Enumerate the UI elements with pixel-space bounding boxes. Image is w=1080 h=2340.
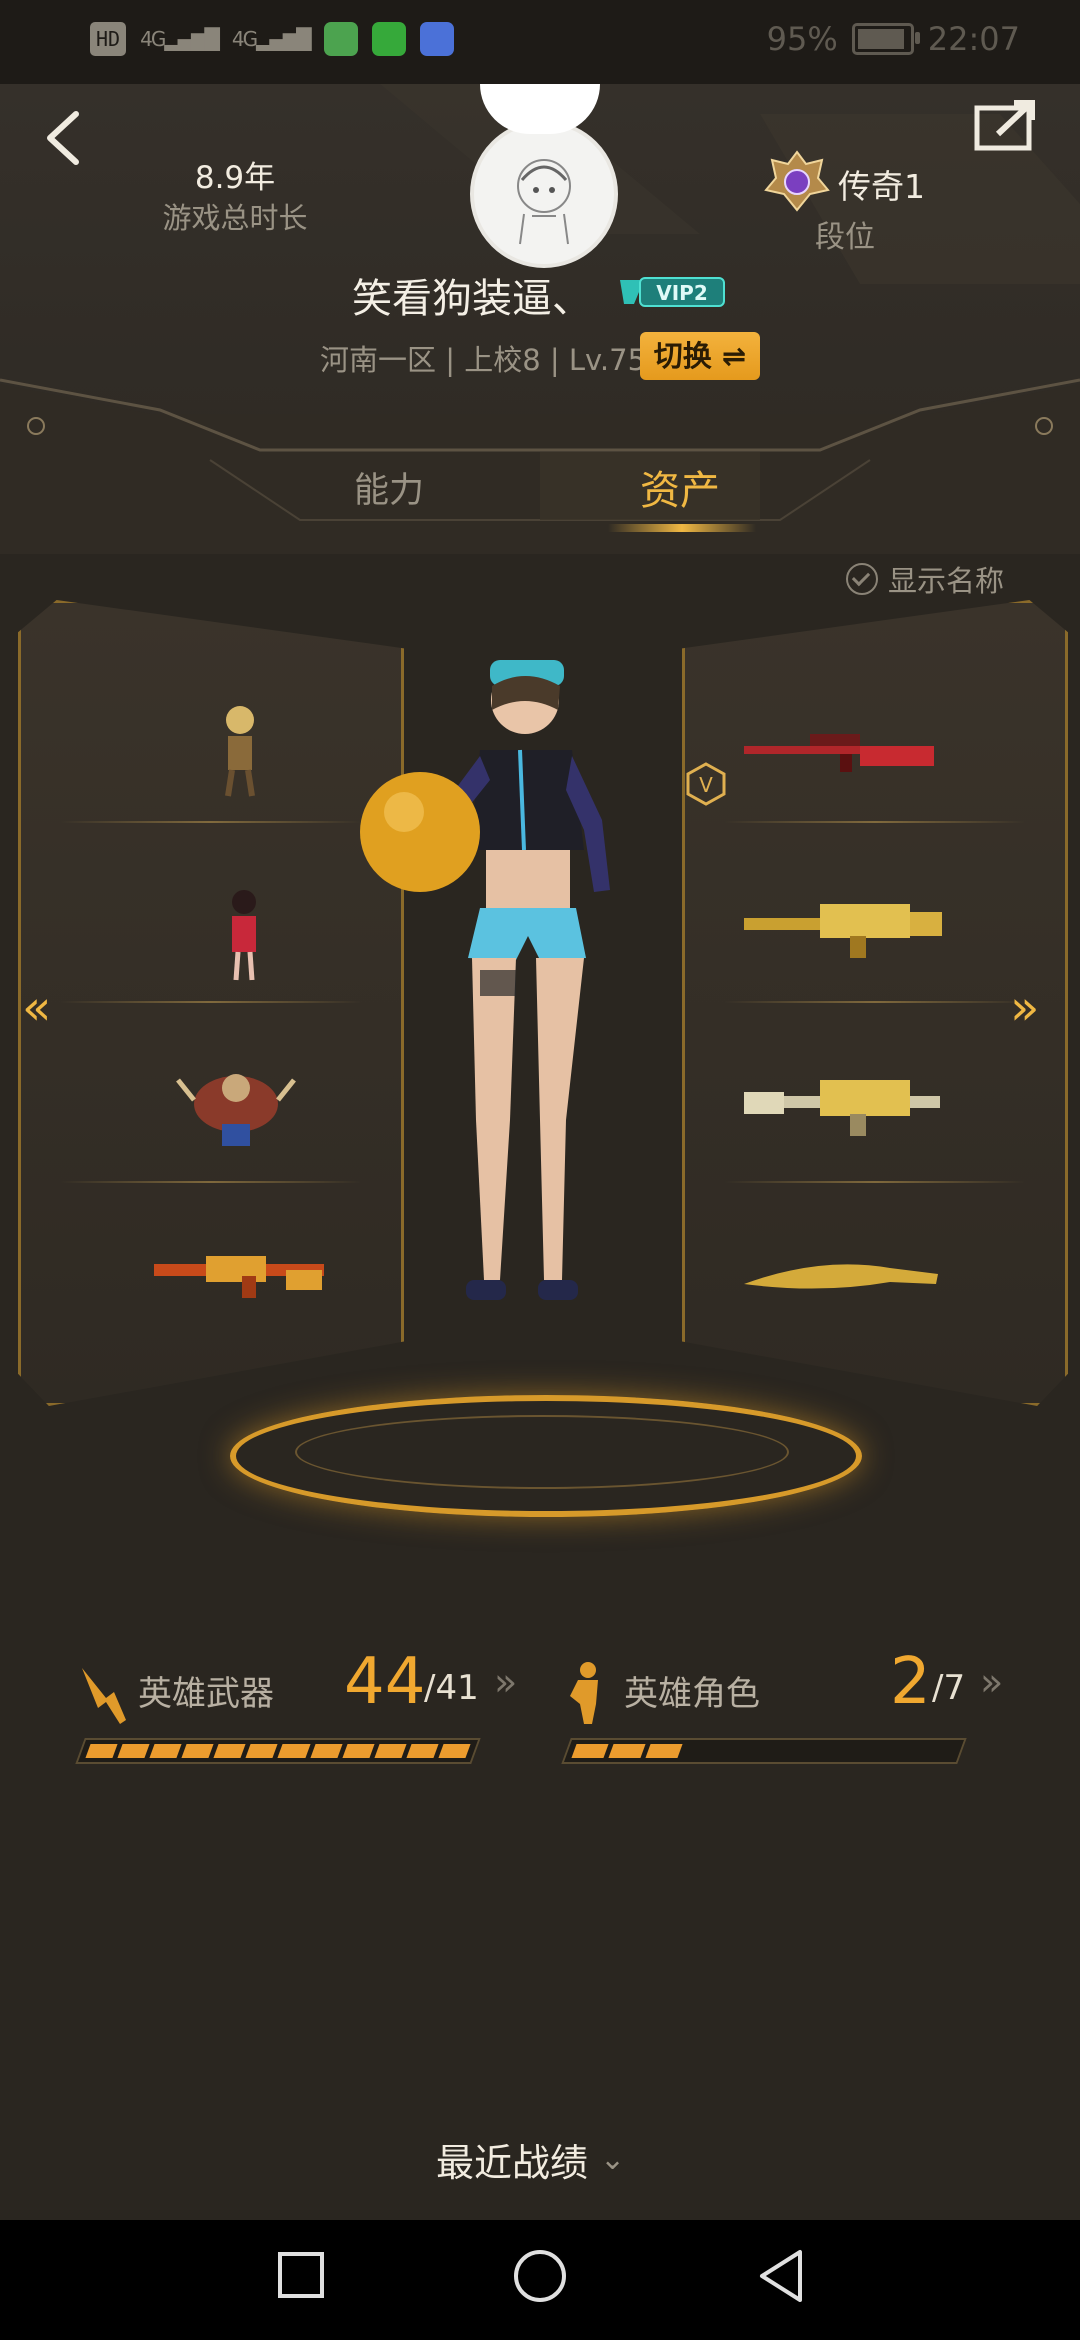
platform-inner-ring <box>295 1415 789 1489</box>
golden-rifle-2-icon[interactable] <box>740 1068 946 1138</box>
player-character <box>360 660 610 1300</box>
progress-segment <box>309 1744 343 1758</box>
status-bar: HD 4G▂▄▆█ 4G▂▄▆█ 95% 22:07 <box>0 0 1080 84</box>
weapon-rifle-icon <box>82 1668 126 1724</box>
hero-weapons-total: /41 <box>424 1668 479 1708</box>
hero-character-2-icon[interactable] <box>216 884 272 984</box>
hero-weapon-rifle-icon[interactable] <box>146 1240 336 1300</box>
rank-badge-icon <box>764 150 830 212</box>
progress-segment <box>342 1744 375 1758</box>
browser-app-icon <box>419 22 454 56</box>
battery-icon <box>851 23 920 55</box>
clock: 22:07 <box>927 20 1020 58</box>
hero-characters-label: 英雄角色 <box>624 1674 760 1714</box>
tab-ability[interactable]: 能力 <box>354 462 424 513</box>
rank-value: 传奇1 <box>838 167 925 206</box>
progress-segment <box>277 1744 311 1758</box>
hero-weapons-progress <box>75 1738 481 1764</box>
progress-segment <box>571 1744 609 1758</box>
wechat-app-icon <box>323 22 358 56</box>
tab-active-indicator <box>608 524 756 532</box>
hero-characters-chevron-icon[interactable]: » <box>980 1660 1003 1704</box>
recent-record-toggle[interactable]: 最近战绩 ⌄ <box>436 2132 625 2187</box>
progress-segment <box>608 1744 646 1758</box>
golden-knife-icon[interactable] <box>740 1254 940 1298</box>
hd-indicator: HD <box>90 22 127 56</box>
chevron-down-icon: ⌄ <box>600 2142 626 2177</box>
show-names-toggle[interactable]: 显示名称 <box>846 558 1004 600</box>
play-duration-label: 游戏总时长 <box>162 201 308 235</box>
back-nav-icon[interactable] <box>756 2248 806 2304</box>
signal-icon: 4G▂▄▆█ <box>140 27 220 51</box>
progress-segment <box>117 1744 150 1758</box>
svg-text:VIP2: VIP2 <box>656 281 708 305</box>
iqiyi-app-icon <box>371 22 406 56</box>
progress-segment <box>85 1744 118 1758</box>
next-arrow-icon[interactable]: » <box>1010 980 1039 1036</box>
soldier-icon <box>570 1662 598 1724</box>
svg-text:V: V <box>699 773 713 797</box>
golden-rifle-1-icon[interactable] <box>740 890 946 960</box>
sniper-rifle-icon[interactable] <box>740 728 940 778</box>
recent-record-label: 最近战绩 <box>436 2141 589 2185</box>
avatar-sketch-icon <box>517 159 571 245</box>
nickname: 笑看狗装逼、 <box>352 276 592 322</box>
home-icon[interactable] <box>512 2248 568 2304</box>
prev-arrow-icon[interactable]: « <box>22 980 51 1036</box>
progress-segment <box>374 1744 407 1758</box>
battery-percent: 95% <box>766 20 838 58</box>
vip-badge: VIP2 <box>620 277 725 307</box>
tab-frame <box>0 378 1080 521</box>
show-names-label: 显示名称 <box>888 564 1005 598</box>
hero-weapons-label: 英雄武器 <box>138 1674 274 1714</box>
progress-segment <box>406 1744 439 1758</box>
progress-segment <box>438 1744 471 1758</box>
hero-characters-total: /7 <box>932 1668 966 1708</box>
hero-character-3-icon[interactable] <box>176 1060 296 1150</box>
progress-segment <box>149 1744 182 1758</box>
progress-segment <box>645 1744 683 1758</box>
share-icon[interactable] <box>974 100 1036 152</box>
progress-segment <box>245 1744 279 1758</box>
back-icon[interactable] <box>42 108 86 168</box>
hero-characters-owned: 2 <box>890 1645 931 1719</box>
rank-label: 段位 <box>815 220 875 255</box>
hero-weapons-owned: 44 <box>344 1645 426 1719</box>
avatar[interactable] <box>470 120 618 268</box>
tab-assets[interactable]: 资产 <box>640 458 720 516</box>
recent-apps-icon[interactable] <box>276 2250 326 2300</box>
progress-segment <box>213 1744 246 1758</box>
hero-weapons-chevron-icon[interactable]: » <box>494 1660 517 1704</box>
hero-character-1-icon[interactable] <box>200 700 280 800</box>
check-circle-icon <box>846 563 878 595</box>
hero-characters-progress <box>561 1738 967 1764</box>
navigation-bar <box>0 2220 1080 2340</box>
progress-segment <box>181 1744 214 1758</box>
signal-icon-2: 4G▂▄▆█ <box>231 27 312 51</box>
play-duration: 8.9年 <box>194 160 276 196</box>
